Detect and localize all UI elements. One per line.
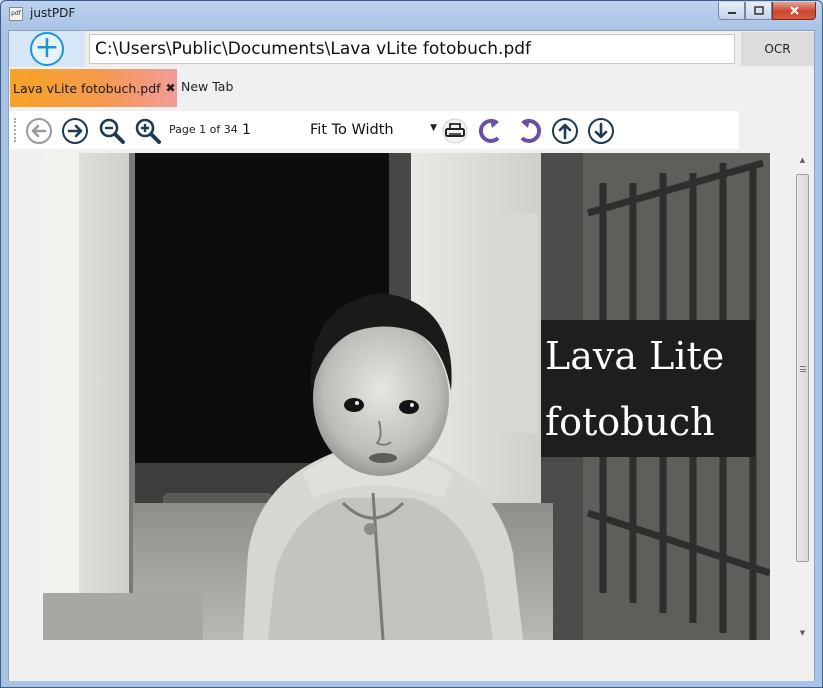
minimize-button[interactable] bbox=[718, 2, 745, 20]
toolbar: Page 1 of 34 Fit To Width ▼ bbox=[9, 111, 739, 149]
close-button[interactable] bbox=[772, 2, 816, 20]
toolbar-grip[interactable] bbox=[14, 118, 17, 142]
close-icon bbox=[789, 6, 799, 15]
page-word: Page bbox=[169, 123, 196, 136]
zoom-in-icon bbox=[135, 118, 161, 144]
maximize-button[interactable] bbox=[745, 2, 772, 20]
app-window: pdf justPDF + OCR Lava vLite fotobuch.pd… bbox=[0, 0, 823, 688]
cover-title-line2: fotobuch bbox=[545, 400, 715, 444]
chevron-down-icon: ▼ bbox=[430, 123, 437, 133]
ocr-button[interactable]: OCR bbox=[741, 32, 814, 66]
print-icon bbox=[442, 118, 468, 144]
tab-new[interactable]: New Tab bbox=[181, 79, 233, 94]
tab-close-icon[interactable]: ✖ bbox=[166, 81, 176, 95]
scroll-up-icon[interactable]: ▲ bbox=[795, 153, 810, 167]
page-down-icon bbox=[588, 118, 614, 144]
print-button[interactable] bbox=[441, 117, 469, 145]
zoom-out-icon bbox=[99, 118, 125, 144]
maximize-icon bbox=[753, 6, 764, 15]
back-button[interactable] bbox=[25, 117, 53, 145]
scroll-down-icon[interactable]: ▼ bbox=[795, 626, 810, 640]
zoom-out-button[interactable] bbox=[98, 117, 126, 145]
minimize-icon bbox=[727, 11, 736, 14]
forward-button[interactable] bbox=[61, 117, 89, 145]
window-title: justPDF bbox=[30, 6, 76, 20]
rotate-left-icon bbox=[478, 118, 500, 143]
scroll-thumb[interactable] bbox=[796, 174, 809, 562]
file-path-input[interactable] bbox=[89, 34, 735, 64]
page-total: of 34 bbox=[209, 123, 238, 136]
tab-document[interactable]: Lava vLite fotobuch.pdf ✖ bbox=[10, 69, 177, 107]
rotate-left-button[interactable] bbox=[477, 117, 505, 145]
forward-arrow-icon bbox=[62, 118, 88, 144]
zoom-in-button[interactable] bbox=[134, 117, 162, 145]
page-up-button[interactable] bbox=[551, 117, 579, 145]
page-down-button[interactable] bbox=[587, 117, 615, 145]
tab-bar: Lava vLite fotobuch.pdf ✖ New Tab bbox=[9, 69, 814, 109]
address-row: + OCR bbox=[9, 31, 814, 67]
client-area: + OCR Lava vLite fotobuch.pdf ✖ New Tab bbox=[8, 30, 815, 681]
title-bar[interactable]: pdf justPDF bbox=[1, 1, 822, 27]
rotate-right-icon bbox=[520, 118, 542, 143]
zoom-value: Fit To Width bbox=[310, 122, 394, 138]
open-file-button[interactable]: + bbox=[9, 31, 85, 67]
back-arrow-icon bbox=[26, 118, 52, 144]
grip-icon bbox=[800, 366, 806, 372]
caption-buttons bbox=[718, 2, 816, 20]
cover-title: Lava Lite fotobuch bbox=[541, 320, 755, 457]
rotate-right-button[interactable] bbox=[515, 117, 543, 145]
page-up-icon bbox=[552, 118, 578, 144]
cover-title-line1: Lava Lite bbox=[545, 334, 725, 378]
current-page: 1 bbox=[199, 123, 207, 136]
vertical-scrollbar[interactable]: ▲ ▼ bbox=[795, 153, 810, 640]
document-viewer[interactable]: Lava Lite fotobuch ▲ ▼ bbox=[9, 151, 814, 681]
app-icon: pdf bbox=[9, 7, 23, 21]
tab-label: Lava vLite fotobuch.pdf bbox=[13, 80, 161, 96]
pdf-page[interactable]: Lava Lite fotobuch bbox=[43, 153, 770, 640]
page-number-input[interactable] bbox=[239, 120, 275, 140]
zoom-select[interactable]: Fit To Width ▼ bbox=[299, 119, 437, 141]
plus-icon: + bbox=[30, 32, 64, 66]
page-indicator: Page 1 of 34 bbox=[169, 123, 238, 136]
